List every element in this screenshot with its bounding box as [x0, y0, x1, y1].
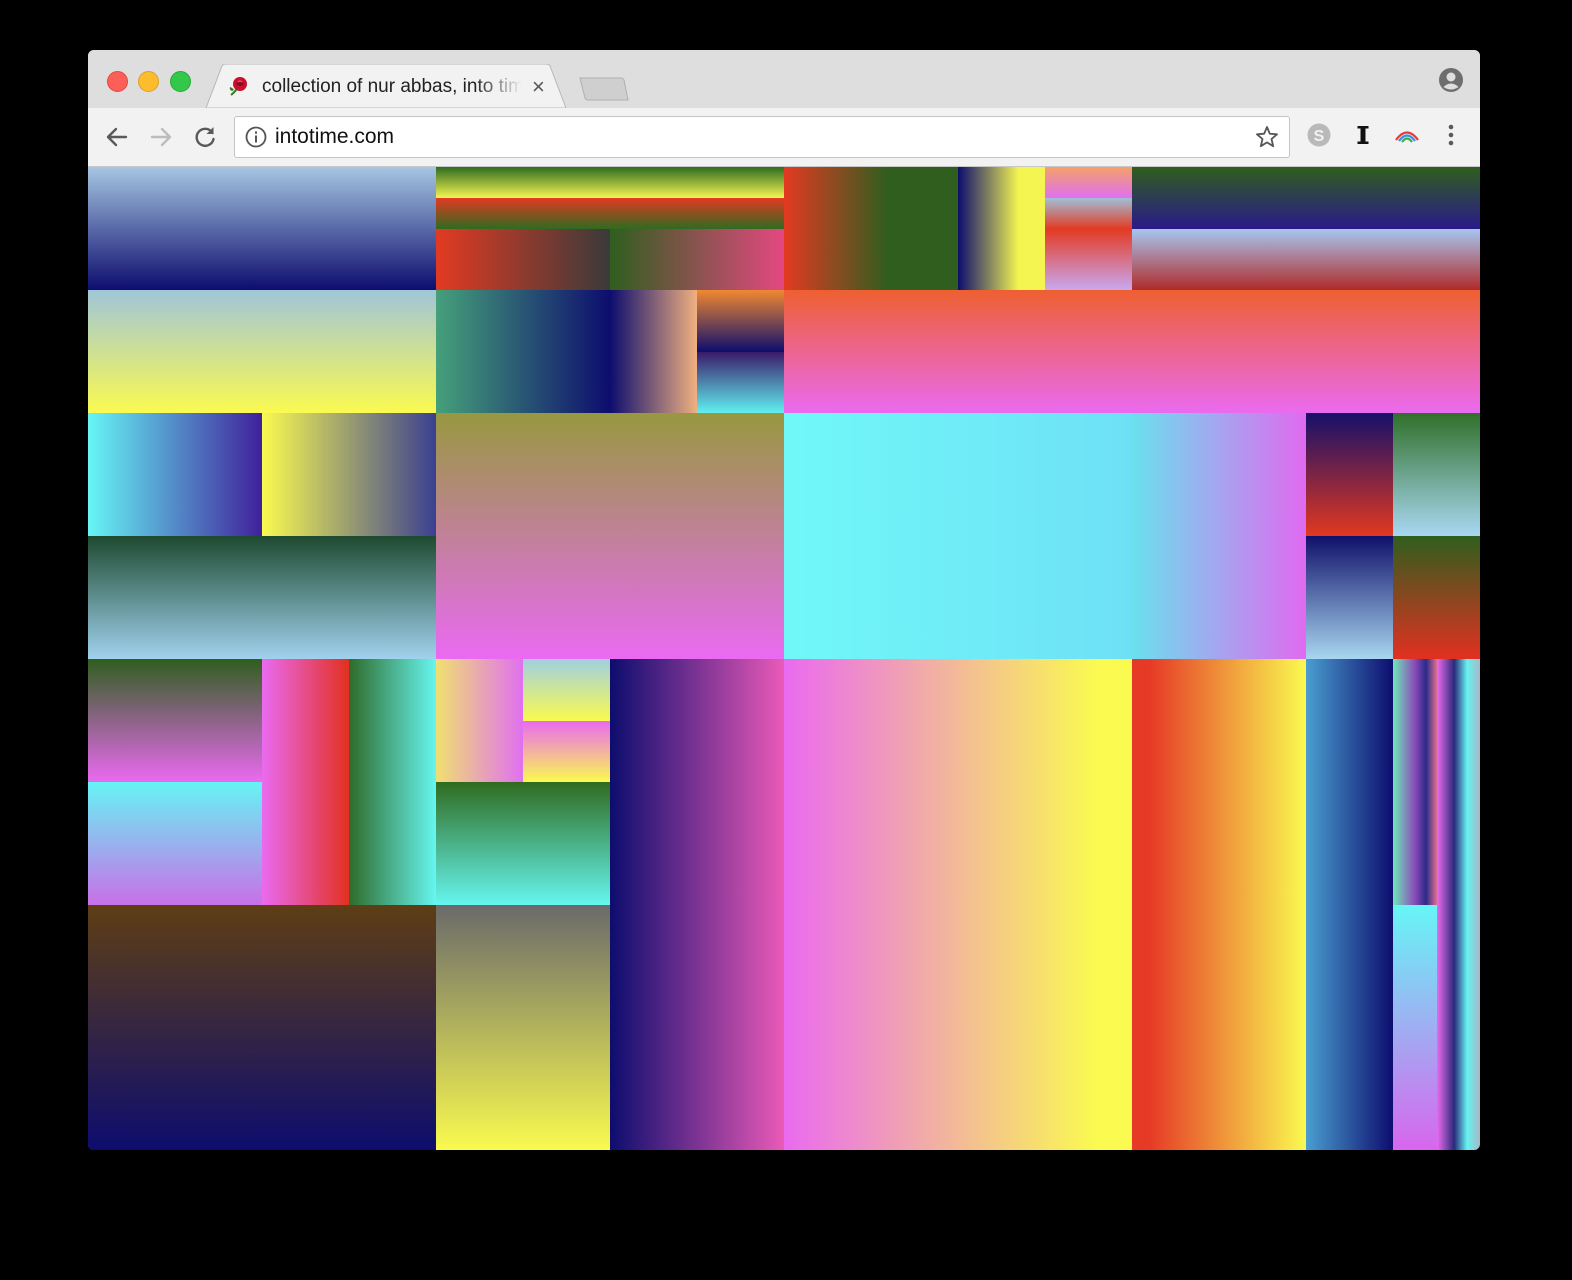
- title-bar: collection of nur abbas, into time ×: [88, 50, 1480, 108]
- gradient-tile: [523, 721, 610, 782]
- vertical-dots-icon[interactable]: [1440, 122, 1462, 148]
- url-text[interactable]: intotime.com: [275, 125, 394, 149]
- gradient-tile: [784, 167, 958, 290]
- gradient-tile: [1393, 905, 1437, 1150]
- gradient-tile: [436, 198, 784, 229]
- gradient-tile: [784, 413, 1132, 659]
- gradient-tile: [610, 229, 784, 290]
- gradient-tile: [436, 905, 610, 1150]
- gradient-tile: [88, 536, 436, 659]
- gradient-tile: [88, 782, 262, 905]
- gradient-tile: [1132, 167, 1480, 229]
- gradient-tile: [349, 659, 436, 905]
- gradient-tile: [1393, 659, 1437, 905]
- bookmark-star-icon[interactable]: [1255, 125, 1279, 149]
- skype-icon[interactable]: S: [1306, 122, 1332, 148]
- gradient-tile: [1306, 413, 1393, 536]
- gradient-tile: [784, 290, 1480, 413]
- gradient-tile: [436, 659, 523, 782]
- back-arrow-icon[interactable]: [104, 124, 130, 150]
- maximize-window-button[interactable]: [170, 71, 191, 92]
- active-tab[interactable]: collection of nur abbas, into time ×: [206, 64, 566, 108]
- rainbow-arc-icon[interactable]: [1392, 122, 1422, 148]
- gradient-tile: [1045, 229, 1132, 290]
- gradient-tile: [523, 659, 610, 721]
- info-icon[interactable]: [245, 126, 267, 148]
- gradient-tile: [1437, 659, 1480, 1150]
- gradient-tile: [1306, 536, 1393, 659]
- gradient-tile: [88, 167, 436, 290]
- gradient-tile: [1393, 536, 1480, 659]
- gradient-tile: [697, 290, 784, 352]
- page-content: [88, 167, 1480, 1150]
- gradient-tile: [262, 413, 436, 536]
- gradient-tile: [958, 167, 1045, 290]
- tab-title: collection of nur abbas, into time: [262, 76, 522, 97]
- gradient-tile: [88, 905, 436, 1150]
- gradient-tile: [436, 413, 784, 659]
- gradient-tile: [1045, 167, 1132, 198]
- gradient-tile: [1306, 659, 1393, 1150]
- gradient-tile: [436, 782, 610, 905]
- forward-arrow-icon[interactable]: [148, 124, 174, 150]
- browser-window: collection of nur abbas, into time × int…: [88, 50, 1480, 1150]
- rose-icon: [229, 77, 247, 96]
- instapaper-icon[interactable]: [1350, 122, 1376, 148]
- reload-icon[interactable]: [192, 124, 218, 150]
- gradient-tile: [784, 659, 1132, 1150]
- gradient-tile: [610, 659, 784, 1150]
- gradient-tile: [610, 290, 697, 413]
- gradient-tile: [436, 167, 784, 198]
- close-window-button[interactable]: [107, 71, 128, 92]
- gradient-tile: [1132, 413, 1306, 659]
- gradient-tile: [88, 413, 262, 536]
- tab-close-button[interactable]: ×: [532, 76, 545, 98]
- gradient-tile: [88, 290, 436, 413]
- gradient-tile: [436, 229, 610, 290]
- toolbar: intotime.com S: [88, 108, 1480, 167]
- gradient-tile: [262, 659, 349, 905]
- minimize-window-button[interactable]: [138, 71, 159, 92]
- gradient-tile: [88, 659, 262, 782]
- profile-icon[interactable]: [1438, 67, 1464, 93]
- gradient-tile: [1393, 413, 1480, 536]
- gradient-tile: [1132, 659, 1306, 1150]
- gradient-tile: [436, 290, 610, 413]
- svg-text:S: S: [1314, 128, 1325, 145]
- address-bar[interactable]: intotime.com: [234, 116, 1290, 158]
- gradient-tile: [697, 352, 784, 413]
- gradient-tile: [1132, 229, 1480, 290]
- gradient-tile: [1045, 198, 1132, 229]
- new-tab-button[interactable]: [578, 76, 630, 102]
